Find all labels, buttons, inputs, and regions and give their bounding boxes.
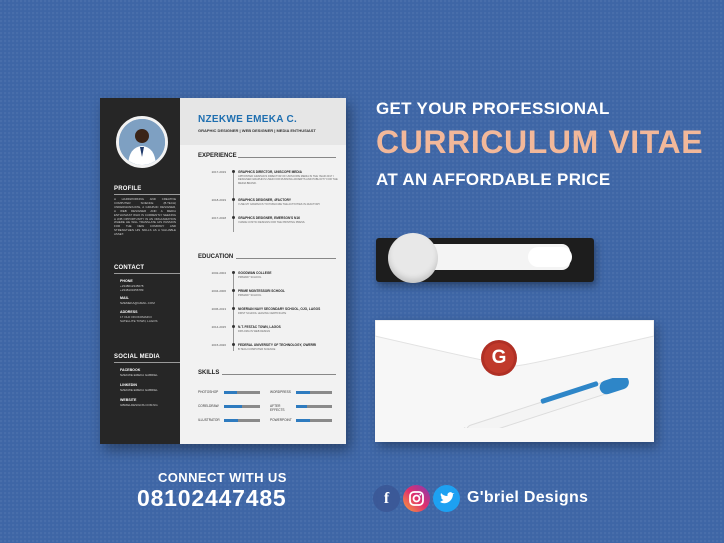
education-title: FEDERAL UNIVERSITY OF TECHNOLOGY, OWERRI bbox=[238, 343, 317, 347]
skills-heading: SKILLS bbox=[198, 370, 220, 376]
education-title: N.T. FESTAC TOWN, LAGOS bbox=[238, 325, 281, 329]
seal-letter: G bbox=[491, 347, 507, 368]
skill-bar-fill bbox=[224, 391, 237, 394]
social-divider bbox=[114, 362, 180, 363]
cv-name: NZEKWE EMEKA C. bbox=[198, 114, 298, 125]
profile-text: A HARDWORKING AND CREATIVE COMPUTER SCIE… bbox=[114, 197, 176, 237]
brand-name: G'briel Designs bbox=[467, 489, 589, 506]
linkedin-value: NZEKWE EMEKA GABRIEL bbox=[120, 388, 158, 392]
address-label: ADDRESS bbox=[120, 310, 138, 314]
timeline-dot bbox=[232, 271, 235, 274]
linkedin-label: LINKEDIN bbox=[120, 383, 137, 387]
skill-label: PHOTOSHOP bbox=[198, 390, 219, 394]
stapler-knob bbox=[388, 233, 438, 283]
skill-label: POWERPOINT bbox=[270, 418, 292, 422]
skill-bar-fill bbox=[296, 419, 311, 422]
experience-title: GRAPHICS DESIGNER, EMERSON'S N16 bbox=[238, 216, 300, 220]
education-desc: DIPLOMA IN WEB DESIGN bbox=[238, 330, 271, 333]
skill-label: AFTER EFFECTS bbox=[270, 404, 285, 412]
education-desc: B.TECH COMPUTER SCIENCE bbox=[238, 348, 276, 351]
wax-seal: G bbox=[484, 343, 514, 373]
skill-label: WORDPRESS bbox=[270, 390, 291, 394]
education-date: 2002-2004 bbox=[211, 271, 226, 275]
education-date: 2004-2006 bbox=[211, 289, 226, 293]
skills-divider bbox=[222, 374, 336, 375]
skills-list: PHOTOSHOP WORDPRESS CORELDRAW AFTER EFFECTS… bbox=[198, 390, 340, 430]
skill-bar-fill bbox=[224, 419, 239, 422]
stapler-tip bbox=[528, 247, 572, 267]
skill-bar-fill bbox=[296, 391, 311, 394]
mail-label: MAIL bbox=[120, 296, 129, 300]
skill-bar bbox=[224, 391, 260, 394]
website-value: GBRIELDESIGNS.COM.NG bbox=[120, 403, 158, 407]
education-title: GOODWAN COLLEGE bbox=[238, 271, 272, 275]
headline-line3: AT AN AFFORDABLE PRICE bbox=[376, 170, 611, 189]
skill-bar bbox=[224, 405, 260, 408]
contact-heading: CONTACT bbox=[114, 265, 145, 271]
experience-desc: APPOINTED GRAPHICS DIRECTOR OF UNISCOPE … bbox=[238, 175, 338, 185]
facebook-label: FACEBOOK bbox=[120, 368, 141, 372]
profile-photo bbox=[116, 116, 168, 168]
education-desc: PRIMARY SCHOOL bbox=[238, 294, 262, 297]
twitter-icon[interactable] bbox=[433, 485, 460, 512]
experience-date: 2017-2018 bbox=[211, 216, 226, 220]
phone-values: +2348012345678 +2348103456789 bbox=[120, 284, 144, 292]
contact-divider bbox=[114, 273, 180, 274]
skill-bar bbox=[296, 405, 332, 408]
headline-line1: GET YOUR PROFESSIONAL bbox=[376, 99, 610, 118]
phone-number[interactable]: 08102447485 bbox=[137, 485, 287, 512]
connect-label: CONNECT WITH US bbox=[158, 470, 287, 485]
experience-date: 2017-2019 bbox=[211, 170, 226, 174]
education-heading: EDUCATION bbox=[198, 254, 234, 260]
experience-desc: I USE MY GRAPHICS TO PUBLICIZE THE ACTIV… bbox=[238, 203, 321, 206]
education-divider bbox=[236, 258, 336, 259]
education-title: PRIME MONTESSORI SCHOOL bbox=[238, 289, 285, 293]
experience-timeline bbox=[233, 172, 234, 232]
experience-date: 2018-2019 bbox=[211, 198, 226, 202]
timeline-dot bbox=[232, 307, 235, 310]
headline-line2: CURRICULUM VITAE bbox=[376, 124, 704, 160]
timeline-dot bbox=[232, 170, 235, 173]
experience-title: GRAPHICS DESIGNER, 4FACTORY bbox=[238, 198, 291, 202]
mail-value: NZEMEKA@GMAIL.COM bbox=[120, 301, 155, 305]
skill-label: ILLUSTRATOR bbox=[198, 418, 220, 422]
timeline-dot bbox=[232, 343, 235, 346]
pen bbox=[452, 378, 629, 428]
education-timeline bbox=[233, 273, 234, 351]
profile-heading: PROFILE bbox=[114, 186, 142, 192]
cv-subtitle: GRAPHIC DESIGNER | WEB DESIGNER | MEDIA … bbox=[198, 128, 316, 133]
phone-label: PHONE bbox=[120, 279, 133, 283]
skill-bar bbox=[296, 419, 332, 422]
skill-bar-fill bbox=[224, 405, 242, 408]
education-date: 2014-2015 bbox=[211, 325, 226, 329]
education-desc: FIRST SCHOOL LEAVING CERTIFICATE bbox=[238, 312, 287, 315]
profile-divider bbox=[114, 194, 180, 195]
education-title: NIGERIAN NAVY SECONDARY SCHOOL, OJO, LAG… bbox=[238, 307, 321, 311]
skill-bar-fill bbox=[296, 405, 307, 408]
experience-desc: I MADE COSTIC DESIGNS FOR THE PRINTING P… bbox=[238, 221, 306, 224]
timeline-dot bbox=[232, 198, 235, 201]
skill-label: CORELDRAW bbox=[198, 404, 219, 408]
skill-bar bbox=[296, 391, 332, 394]
cv-document: PROFILE A HARDWORKING AND CREATIVE COMPU… bbox=[100, 98, 346, 444]
experience-divider bbox=[238, 157, 336, 158]
timeline-dot bbox=[232, 289, 235, 292]
address-value: 17 OLD OKOKOMAIKO SATELLITE TOWN, LAGOS bbox=[120, 315, 158, 323]
envelope-flap bbox=[375, 320, 654, 367]
social-heading: SOCIAL MEDIA bbox=[114, 354, 160, 360]
skill-bar bbox=[224, 419, 260, 422]
education-desc: PRIMARY SCHOOL bbox=[238, 276, 262, 279]
website-label: WEBSITE bbox=[120, 398, 137, 402]
facebook-value: NZEKWE EMEKA GABRIEL bbox=[120, 373, 158, 377]
instagram-icon[interactable] bbox=[403, 485, 430, 512]
facebook-icon[interactable]: f bbox=[373, 485, 400, 512]
experience-heading: EXPERIENCE bbox=[198, 153, 237, 159]
education-date: 2006-2013 bbox=[211, 307, 226, 311]
experience-title: GRAPHICS DIRECTOR, UNISCOPE MEDIA bbox=[238, 170, 302, 174]
timeline-dot bbox=[232, 216, 235, 219]
education-date: 2015-2020 bbox=[211, 343, 226, 347]
timeline-dot bbox=[232, 325, 235, 328]
